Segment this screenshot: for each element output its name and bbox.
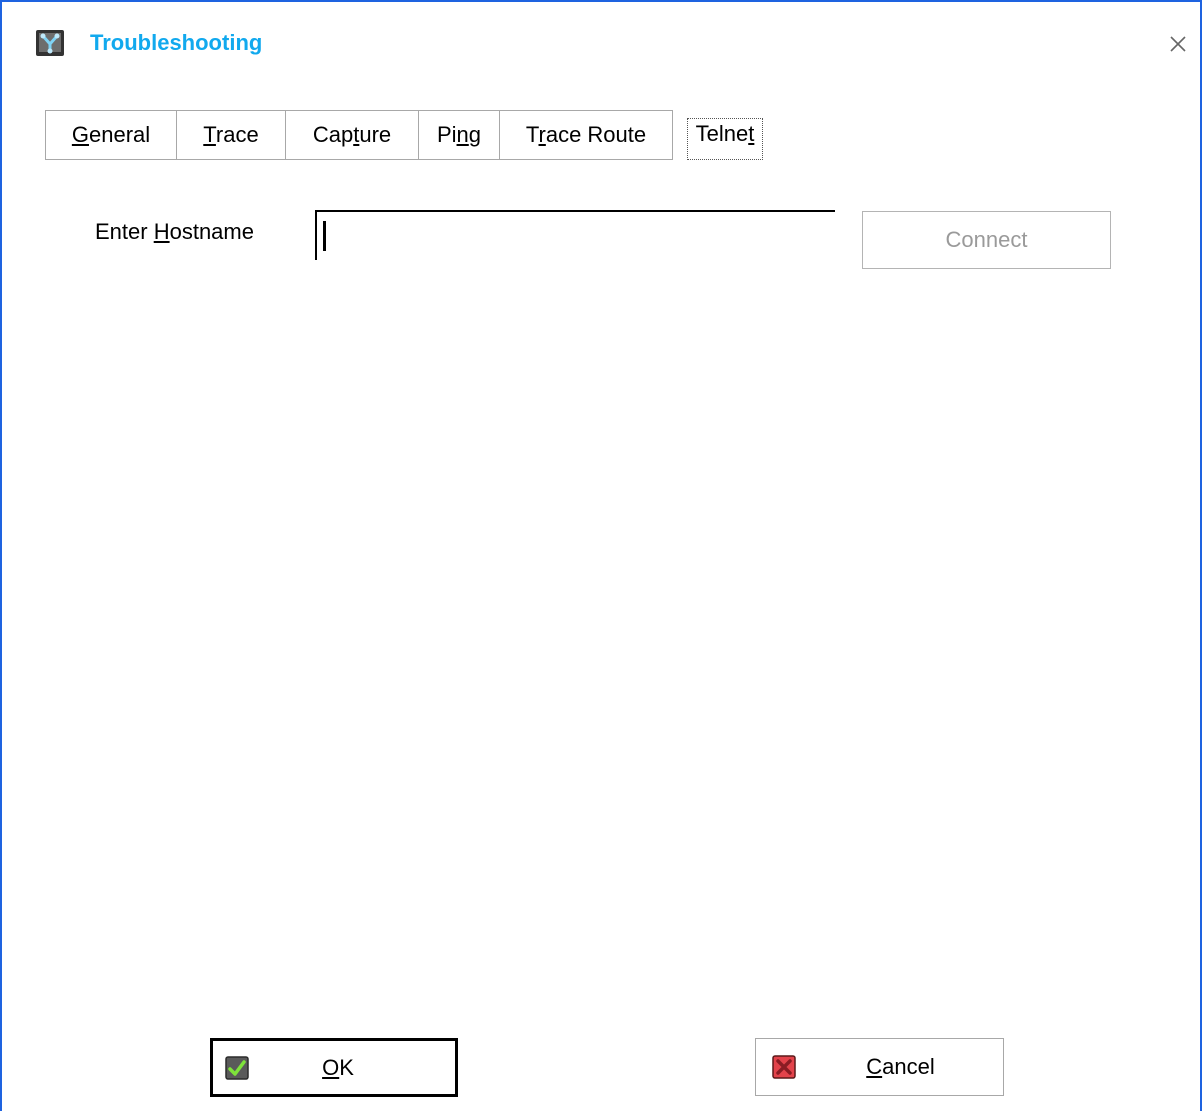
- tab-capture[interactable]: Capture: [285, 110, 419, 160]
- connect-button[interactable]: Connect: [862, 211, 1111, 269]
- close-button[interactable]: [1160, 29, 1196, 59]
- ok-button-label: OK: [322, 1054, 354, 1080]
- tab-trace[interactable]: Trace: [176, 110, 286, 160]
- troubleshooting-dialog: Troubleshooting General Trace Capture Pi…: [0, 0, 1202, 1111]
- tab-general[interactable]: General: [45, 110, 177, 160]
- tab-trace-route[interactable]: Trace Route: [499, 110, 673, 160]
- tab-telnet[interactable]: Telnet: [687, 118, 763, 160]
- tab-ping[interactable]: Ping: [418, 110, 500, 160]
- cancel-button[interactable]: Cancel: [755, 1038, 1004, 1096]
- ok-button[interactable]: OK: [210, 1038, 458, 1097]
- window-title: Troubleshooting: [90, 30, 263, 55]
- network-troubleshoot-icon: [36, 30, 64, 56]
- text-caret: [323, 221, 326, 251]
- close-icon: [1170, 36, 1186, 52]
- cancel-button-label: Cancel: [866, 1054, 935, 1079]
- hostname-label: Enter Hostname: [95, 219, 254, 244]
- hostname-input[interactable]: [315, 210, 835, 260]
